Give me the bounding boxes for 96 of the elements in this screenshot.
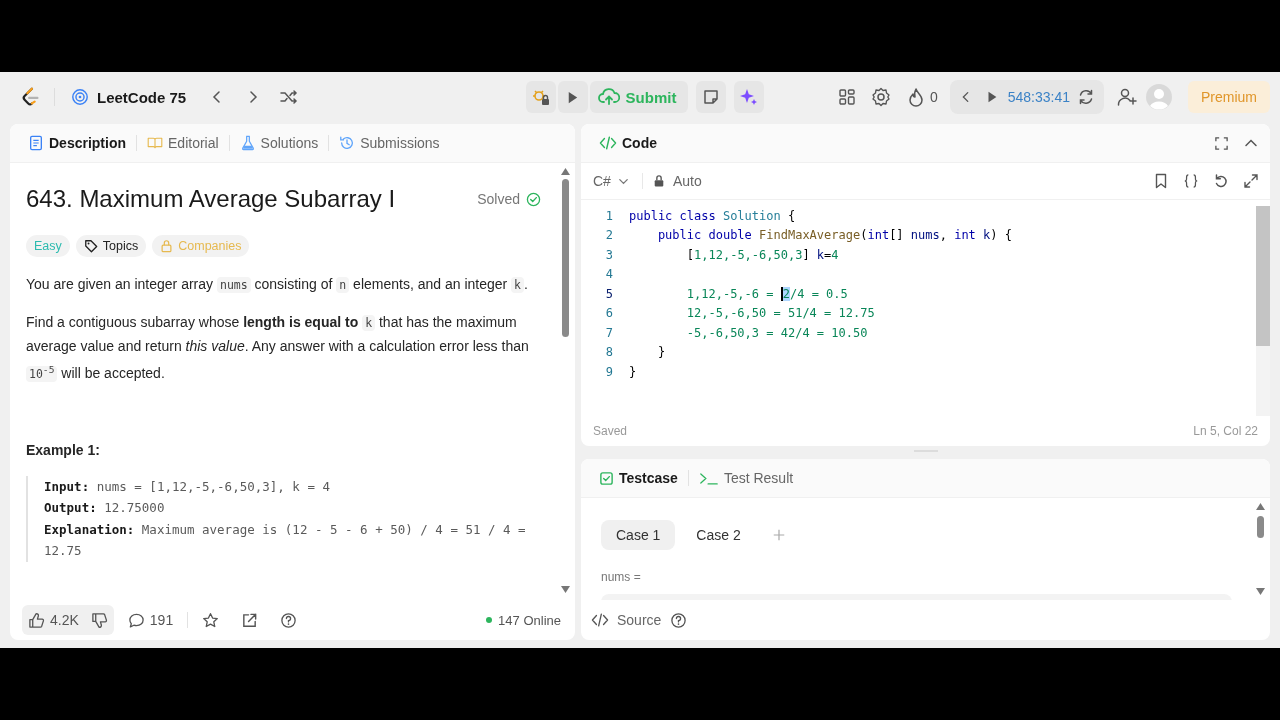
case-tab[interactable]: Case 2 bbox=[681, 520, 756, 550]
help-button[interactable] bbox=[669, 610, 688, 630]
document-icon bbox=[28, 135, 44, 151]
topics-tag[interactable]: Topics bbox=[75, 235, 147, 257]
problem-title: 643. Maximum Average Subarray I bbox=[26, 185, 396, 213]
layout-icon bbox=[837, 88, 856, 106]
panel-tab[interactable]: Submissions bbox=[333, 131, 446, 155]
case-tab[interactable]: Case 1 bbox=[601, 520, 676, 550]
scroll-up-arrow[interactable] bbox=[559, 167, 571, 176]
notes-button[interactable] bbox=[696, 81, 727, 113]
scrollbar-thumb[interactable] bbox=[1256, 206, 1270, 346]
autocomplete-mode: Auto bbox=[672, 173, 702, 189]
code-line: 12,-5,-6,50 = 51/4 = 12.75 bbox=[685, 306, 875, 321]
scroll-up-arrow[interactable] bbox=[1254, 502, 1266, 511]
line-number: 6 bbox=[604, 306, 614, 321]
example-line: Input: nums = [1,12,-5,-6,50,3], k = 4 bbox=[44, 477, 331, 496]
scrollbar-thumb[interactable] bbox=[1256, 516, 1264, 538]
run-button[interactable] bbox=[557, 81, 588, 113]
bug-lock-icon bbox=[530, 87, 551, 107]
description-paragraph: You are given an integer array nums consisting of n elements, and an integer k . bbox=[26, 275, 529, 295]
checkbox-icon bbox=[599, 470, 614, 486]
code-line: public double FindMaxAverage(int[] nums, int k) { bbox=[656, 228, 1012, 243]
line-number: 2 bbox=[604, 228, 614, 243]
braces-icon bbox=[1183, 173, 1199, 189]
code-icon bbox=[599, 135, 617, 151]
code-line: 1,12,-5,-6 = 2/4 = 0.5 bbox=[685, 286, 848, 301]
line-number: 8 bbox=[604, 345, 614, 360]
lock-icon bbox=[652, 174, 665, 188]
study-plan-link[interactable]: LeetCode 75 bbox=[67, 84, 191, 110]
panel-tab[interactable]: Testcase bbox=[593, 466, 684, 490]
streak-count: 0 bbox=[929, 89, 938, 105]
flask-icon bbox=[239, 135, 256, 151]
check-circle-icon bbox=[526, 191, 541, 207]
timer: 548:33:41 bbox=[1007, 89, 1070, 105]
panel-tab[interactable]: Editorial bbox=[141, 131, 225, 155]
debug-button[interactable] bbox=[525, 81, 556, 113]
line-number: 3 bbox=[604, 247, 614, 262]
source-button[interactable]: Source bbox=[591, 612, 662, 628]
cursor-position: Ln 5, Col 22 bbox=[1193, 424, 1258, 438]
panel-tab[interactable]: Code bbox=[593, 131, 663, 155]
help-icon bbox=[280, 611, 298, 629]
save-status: Saved bbox=[593, 424, 628, 438]
tag-icon bbox=[83, 239, 98, 253]
language-dropdown[interactable]: C# bbox=[591, 171, 632, 191]
code-line: } bbox=[656, 345, 666, 360]
field-label: nums = bbox=[601, 570, 642, 584]
scrollbar-thumb[interactable] bbox=[561, 179, 569, 337]
book-icon bbox=[147, 135, 163, 151]
thumbs-down-icon bbox=[90, 611, 108, 629]
solved-status: Solved bbox=[477, 191, 520, 207]
panel-tab[interactable]: Solutions bbox=[233, 131, 325, 155]
target-icon bbox=[71, 88, 89, 106]
flame-icon bbox=[907, 87, 924, 107]
settings-icon bbox=[870, 87, 891, 107]
code-line: } bbox=[629, 364, 637, 379]
scroll-down-arrow[interactable] bbox=[1254, 587, 1266, 596]
terminal-icon bbox=[698, 470, 719, 486]
history-icon bbox=[339, 135, 356, 151]
undo-icon bbox=[1213, 173, 1229, 189]
comments-button[interactable]: 191 bbox=[119, 605, 182, 635]
panel-tab[interactable]: Test Result bbox=[692, 466, 800, 490]
note-icon bbox=[702, 88, 721, 106]
lock-icon bbox=[160, 239, 174, 253]
example-heading: Example 1: bbox=[26, 441, 101, 458]
online-count: 147 Online bbox=[498, 612, 561, 628]
help-icon bbox=[669, 611, 687, 629]
format-button[interactable] bbox=[1182, 171, 1200, 191]
example-line: Explanation: Maximum average is (12 - 5 - 6 + 50) / 4 = 51 / 4 = 12.75 bbox=[44, 520, 527, 561]
code-line: public class Solution { bbox=[629, 208, 796, 223]
expand-icon bbox=[1213, 135, 1229, 151]
thumbs-up-icon bbox=[28, 611, 45, 629]
line-number: 4 bbox=[604, 267, 614, 282]
add-user-icon bbox=[1117, 87, 1137, 107]
code-line: [1,12,-5,-6,50,3] k=4 bbox=[685, 247, 839, 262]
ai-assist-button[interactable] bbox=[734, 81, 765, 113]
line-number: 9 bbox=[604, 364, 614, 379]
description-paragraph: Find a contiguous subarray whose length is equal to k that has the maximum average value and return this value. Any answer with a calculation error less than 10$^{-5}$ will be accepted. bbox=[26, 313, 530, 384]
comment-icon bbox=[127, 611, 145, 629]
line-number: 7 bbox=[604, 325, 614, 340]
fullscreen-icon bbox=[1243, 173, 1259, 189]
plus-icon bbox=[771, 528, 786, 542]
shuffle-icon bbox=[279, 87, 300, 107]
line-number: 5 bbox=[604, 286, 614, 301]
external-link-icon bbox=[241, 611, 259, 629]
code-icon bbox=[591, 612, 609, 628]
line-number: 1 bbox=[604, 208, 614, 223]
fullscreen-button[interactable] bbox=[1242, 171, 1260, 191]
refresh-icon bbox=[1077, 88, 1095, 106]
star-icon bbox=[202, 611, 220, 629]
bookmark-icon bbox=[1153, 173, 1169, 189]
code-line: -5,-6,50,3 = 42/4 = 10.50 bbox=[685, 325, 868, 340]
scroll-down-arrow[interactable] bbox=[559, 585, 571, 594]
online-dot bbox=[486, 617, 493, 623]
cloud-upload-icon bbox=[597, 87, 620, 107]
example-line: Output: 12.75000 bbox=[44, 499, 166, 518]
panel-tab[interactable]: Description bbox=[22, 131, 132, 155]
